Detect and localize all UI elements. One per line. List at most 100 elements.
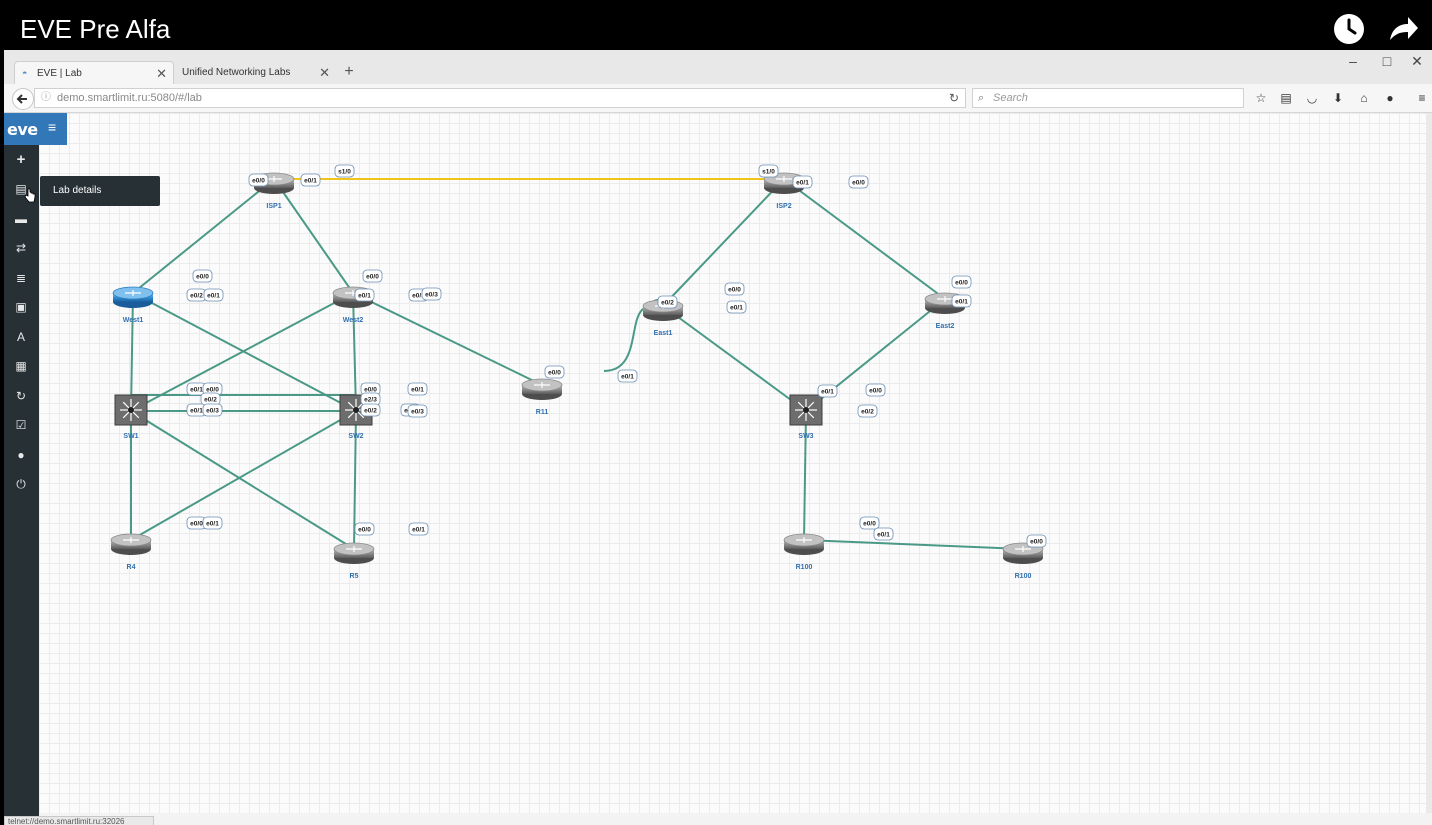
link-West2-SW2[interactable] xyxy=(352,292,357,412)
link-SW2-R4[interactable] xyxy=(130,410,357,541)
node-r11[interactable]: R11 xyxy=(521,378,563,416)
port-text: e0/0 xyxy=(366,274,379,281)
node-sw3[interactable]: SW3 xyxy=(789,394,823,440)
port-label: e0/0 xyxy=(248,173,269,187)
link-West1-SW1[interactable] xyxy=(130,292,134,412)
tab-eve-lab[interactable]: ◓ EVE | Lab ✕ xyxy=(14,61,174,84)
topology-diagram: ISP1 ISP2 West1 West2 R11 East1 East2 SW1 SW2 SW3… xyxy=(110,164,1047,580)
link-R100a-R100b[interactable] xyxy=(803,539,1024,550)
link-ISP2-East1[interactable] xyxy=(662,178,785,307)
back-arrow-icon xyxy=(16,94,27,104)
home-icon[interactable]: ⌂ xyxy=(1354,89,1374,107)
new-tab-button[interactable]: + xyxy=(340,61,358,83)
logo-text: eve xyxy=(7,120,38,139)
link-SW3-R100a[interactable] xyxy=(803,410,807,541)
pocket-icon[interactable]: ◡ xyxy=(1302,89,1322,107)
port-text: e0/1 xyxy=(955,299,968,306)
share-icon[interactable] xyxy=(1386,12,1420,46)
node-label: R11 xyxy=(536,409,549,416)
port-text: e0/1 xyxy=(190,408,203,415)
grid-icon[interactable]: ▦ xyxy=(11,357,31,375)
menu-icon[interactable]: ≡ xyxy=(1412,89,1432,107)
close-icon[interactable]: ✕ xyxy=(319,61,330,84)
info-icon[interactable]: ● xyxy=(11,446,31,464)
nodes-layer: ISP1 ISP2 West1 West2 R11 East1 East2 SW1 SW2 SW3… xyxy=(110,172,1044,580)
node-west1[interactable]: West1 xyxy=(112,286,154,324)
node-label: SW1 xyxy=(123,433,138,440)
node-r4[interactable]: R4 xyxy=(110,533,152,571)
port-label: e0/0 xyxy=(951,275,972,289)
reload-icon[interactable]: ↻ xyxy=(944,88,964,108)
port-text: e0/0 xyxy=(1030,539,1043,546)
network-icon[interactable]: ⇄ xyxy=(11,239,31,257)
port-text: e0/1 xyxy=(796,180,809,187)
node-r100[interactable]: R100 xyxy=(1002,542,1044,580)
port-text: s1/0 xyxy=(338,169,351,176)
close-icon[interactable]: ✕ xyxy=(156,62,167,85)
link-East1-SW3[interactable] xyxy=(662,305,807,412)
port-text: e0/0 xyxy=(196,274,209,281)
port-label: e0/1 xyxy=(951,294,972,308)
node-r5[interactable]: R5 xyxy=(333,542,375,580)
port-label: e0/1 xyxy=(617,369,638,383)
port-label: e0/2 xyxy=(186,288,207,302)
port-text: e0/1 xyxy=(304,178,317,185)
list-icon[interactable]: ≣ xyxy=(11,269,31,287)
port-text: e0/0 xyxy=(852,180,865,187)
port-text: e0/1 xyxy=(190,387,203,394)
link-ISP1-West2[interactable] xyxy=(273,178,354,294)
port-label: e0/1 xyxy=(817,384,838,398)
link-ISP2-East2[interactable] xyxy=(783,178,946,300)
hamburger-menu-icon[interactable]: ≡ xyxy=(48,119,56,135)
port-text: e0/1 xyxy=(412,527,425,534)
download-icon[interactable]: ⬇ xyxy=(1328,89,1348,107)
navigation-bar: ⓘ demo.smartlimit.ru:5080/#/lab ↻ ⌕ Sear… xyxy=(4,84,1432,113)
maximize-button[interactable]: □ xyxy=(1372,50,1402,72)
tab-unified-networking-labs[interactable]: Unified Networking Labs ✕ xyxy=(174,61,336,84)
port-text: e0/3 xyxy=(411,409,424,416)
power-icon[interactable]: ⏻ xyxy=(11,475,31,493)
refresh-icon[interactable]: ↻ xyxy=(11,387,31,405)
link-West2-SW1[interactable] xyxy=(130,292,354,412)
switch-core xyxy=(803,407,809,413)
search-placeholder: Search xyxy=(993,92,1028,104)
port-text: e0/0 xyxy=(863,521,876,528)
link-West1-SW2[interactable] xyxy=(132,292,357,412)
minimize-button[interactable]: – xyxy=(1338,50,1368,72)
node-label: West2 xyxy=(343,317,364,324)
port-label: e0/1 xyxy=(202,516,223,530)
plus-icon[interactable]: + xyxy=(11,151,31,169)
node-label: R5 xyxy=(350,573,359,580)
port-label: e0/1 xyxy=(354,288,375,302)
close-window-button[interactable]: ✕ xyxy=(1402,50,1432,72)
links-layer xyxy=(130,178,1024,550)
url-bar[interactable]: ⓘ demo.smartlimit.ru:5080/#/lab xyxy=(34,88,966,108)
clipboard-icon[interactable]: ▤ xyxy=(1276,89,1296,107)
clock-icon[interactable] xyxy=(1332,12,1366,46)
bookmark-star-icon[interactable]: ☆ xyxy=(1251,89,1271,107)
node-r100[interactable]: R100 xyxy=(783,533,825,571)
node-label: East1 xyxy=(654,330,673,337)
port-label: e0/0 xyxy=(192,269,213,283)
port-label: e0/1 xyxy=(300,173,321,187)
vertical-scrollbar[interactable] xyxy=(1426,113,1432,813)
topology-canvas[interactable]: ISP1 ISP2 West1 West2 R11 East1 East2 SW1 SW2 SW3… xyxy=(39,113,1429,813)
link-West2-R11[interactable] xyxy=(352,292,543,386)
port-label: e0/0 xyxy=(859,516,880,530)
node-icon[interactable]: ▬ xyxy=(11,210,31,228)
node-sw1[interactable]: SW1 xyxy=(114,394,148,440)
info-icon[interactable]: ⓘ xyxy=(41,89,51,107)
search-input[interactable]: ⌕ Search xyxy=(972,88,1244,108)
port-text: e0/1 xyxy=(730,305,743,312)
port-label: e0/3 xyxy=(421,287,442,301)
text-icon[interactable]: A xyxy=(11,328,31,346)
picture-icon[interactable]: ▣ xyxy=(11,298,31,316)
check-icon[interactable]: ☑ xyxy=(11,416,31,434)
back-button[interactable] xyxy=(12,88,34,110)
port-label: e2/3 xyxy=(360,392,381,406)
port-text: e0/1 xyxy=(821,389,834,396)
port-label: e0/3 xyxy=(407,404,428,418)
chat-icon[interactable]: ● xyxy=(1380,89,1400,107)
port-text: e0/3 xyxy=(206,408,219,415)
port-label: e0/0 xyxy=(362,269,383,283)
